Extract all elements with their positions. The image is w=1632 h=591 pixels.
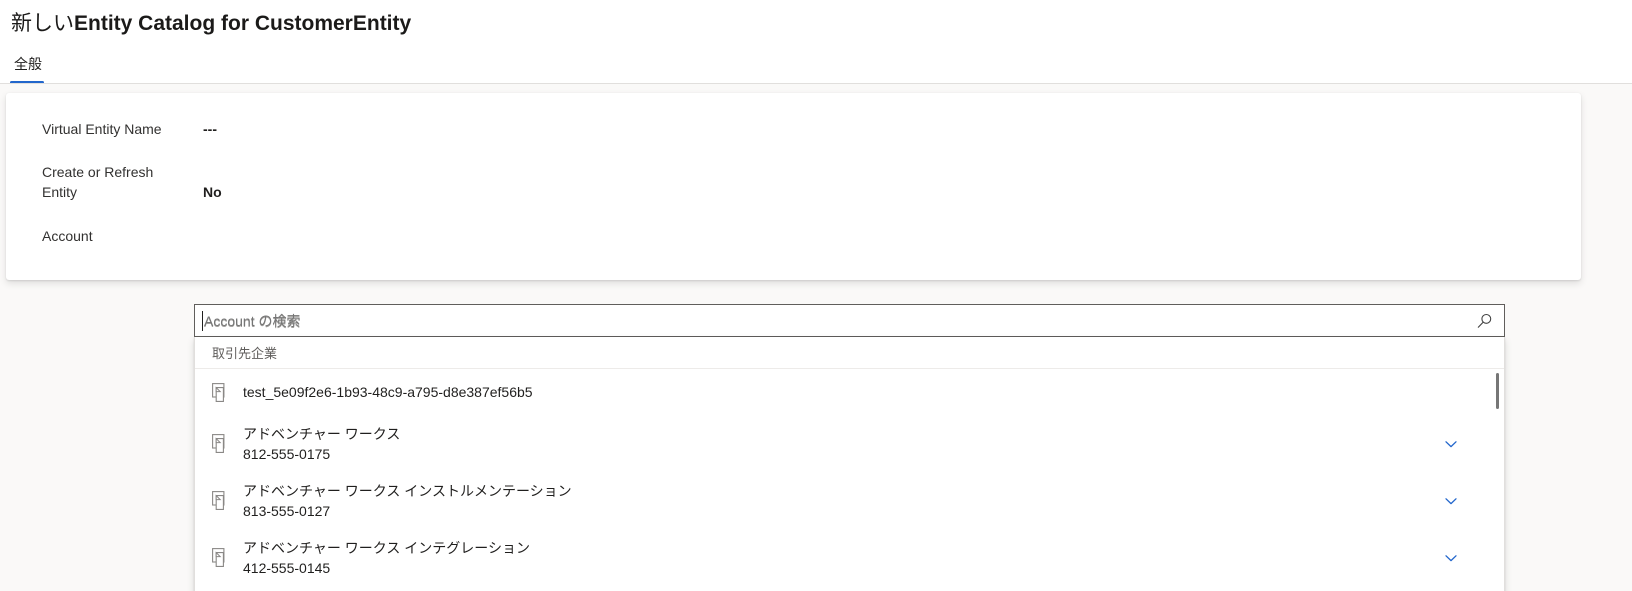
tabstrip: 全般 [0,44,1632,84]
flyout-scrollbar-thumb[interactable] [1496,373,1499,409]
virtual-entity-name-value[interactable]: --- [203,119,217,139]
chevron-down-icon[interactable] [1443,493,1459,509]
create-or-refresh-entity-label: Create or Refresh Entity [42,162,192,202]
account-lookup: Account の検索 取引先企業 [194,304,1505,591]
create-or-refresh-entity-label-line2: Entity [42,184,78,200]
list-item-text: アドベンチャー ワークス インストルメンテーション 813-555-0127 [243,481,572,521]
list-item-secondary: 812-555-0175 [243,445,331,462]
account-lookup-flyout: 取引先企業 test_5e09f2e6-1b93-48c9-a795-d8e38… [194,337,1505,591]
virtual-entity-name-label: Virtual Entity Name [42,121,162,137]
account-entity-icon [212,434,229,453]
list-item-secondary: 412-555-0145 [243,559,331,576]
form-card: Virtual Entity Name --- Create or Refres… [6,93,1581,280]
account-label: Account [42,228,93,244]
page-title-prefix: 新しい [11,12,74,35]
list-item[interactable]: アドベンチャー ワークス インテグレーション 412-555-0145 [195,529,1504,586]
chevron-down-icon[interactable] [1443,550,1459,566]
page-title-main: Entity Catalog for CustomerEntity [74,12,412,35]
account-lookup-input-box[interactable]: Account の検索 [194,304,1505,337]
search-icon[interactable] [1476,312,1494,330]
flyout-group-header: 取引先企業 [195,337,1504,369]
tab-general[interactable]: 全般 [10,44,46,84]
tab-general-label: 全般 [14,56,42,72]
list-item[interactable]: アドベンチャー ワークス インストルメンテーション 813-555-0127 [195,472,1504,529]
page-title: 新しいEntity Catalog for CustomerEntity [11,11,411,37]
list-item-text: アドベンチャー ワークス インテグレーション 412-555-0145 [243,538,530,578]
create-or-refresh-entity-value[interactable]: No [203,182,222,202]
list-item-primary: アドベンチャー ワークス [243,425,401,442]
list-item-text: test_5e09f2e6-1b93-48c9-a795-d8e387ef56b… [243,382,533,402]
list-item-primary: アドベンチャー ワークス インテグレーション [243,539,530,556]
account-lookup-input[interactable] [195,305,1465,336]
chevron-down-icon[interactable] [1443,436,1459,452]
list-item-text: アドベンチャー ワークス 812-555-0175 [243,424,400,464]
page-header: 新しいEntity Catalog for CustomerEntity 全般 [0,0,1632,84]
page-body: Virtual Entity Name --- Create or Refres… [0,84,1632,591]
account-entity-icon [212,382,229,402]
list-item-primary: アドベンチャー ワークス インストルメンテーション [243,482,572,499]
flyout-results-list: test_5e09f2e6-1b93-48c9-a795-d8e387ef56b… [195,369,1504,591]
flyout-scrollbar[interactable] [1496,369,1502,591]
create-or-refresh-entity-label-line1: Create or Refresh [42,164,154,180]
list-item[interactable]: test_5e09f2e6-1b93-48c9-a795-d8e387ef56b… [195,369,1504,415]
list-item-primary: test_5e09f2e6-1b93-48c9-a795-d8e387ef56b… [243,384,533,400]
list-item[interactable]: アドベンチャー ワークス 812-555-0175 [195,415,1504,472]
account-entity-icon [212,548,229,567]
list-item-secondary: 813-555-0127 [243,502,331,519]
app-root: 新しいEntity Catalog for CustomerEntity 全般 … [0,0,1632,591]
account-entity-icon [212,491,229,510]
